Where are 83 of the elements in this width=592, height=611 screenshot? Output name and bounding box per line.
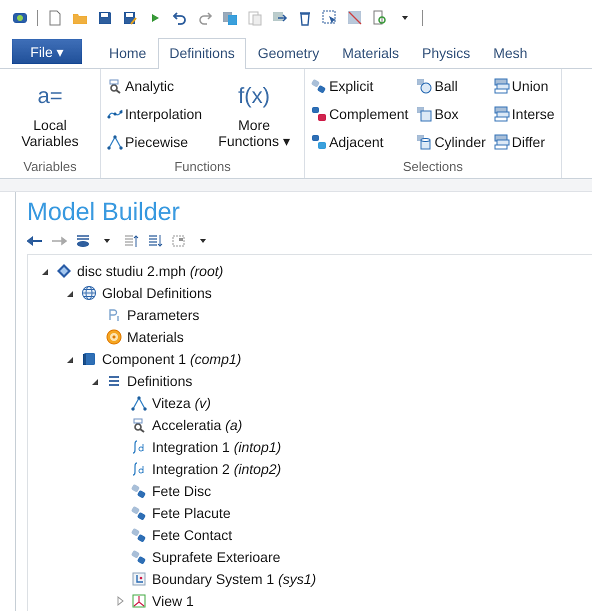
ribbon-button[interactable]: Complement — [311, 103, 408, 125]
grid-icon[interactable] — [171, 233, 187, 249]
selection-icon — [131, 505, 147, 521]
tree-item[interactable]: Parameters — [127, 307, 200, 323]
glyph-icon: a= — [37, 75, 63, 117]
layers-icon — [494, 106, 510, 122]
ribbon-button[interactable]: Analytic — [107, 75, 202, 97]
tree-item[interactable]: Fete Placute — [152, 505, 231, 521]
new-file-icon[interactable] — [47, 10, 63, 26]
move-down-icon[interactable] — [147, 233, 163, 249]
cube-icon — [416, 106, 432, 122]
selection-icon — [131, 549, 147, 565]
move-up-icon[interactable] — [123, 233, 139, 249]
find-icon[interactable] — [372, 10, 388, 26]
redo-icon[interactable] — [197, 10, 213, 26]
group-label: Functions — [173, 158, 232, 176]
selection-icon — [311, 134, 328, 150]
cylinder-icon — [416, 134, 432, 150]
tree-item[interactable]: Boundary System 1 (sys1) — [152, 571, 316, 587]
panel-title: Model Builder — [27, 197, 181, 228]
globe-icon — [81, 285, 97, 301]
tree-item[interactable]: View 1 — [152, 593, 194, 609]
select-icon[interactable] — [322, 10, 338, 26]
cube-icon — [81, 351, 97, 367]
peak-icon — [107, 134, 123, 150]
ribbon-button[interactable]: Adjacent — [311, 131, 408, 153]
layers-icon — [494, 134, 510, 150]
back-arrow-icon[interactable] — [27, 233, 43, 249]
list-icon — [106, 373, 122, 389]
tree-item[interactable]: Definitions — [127, 373, 192, 389]
ribbon-button[interactable]: Box — [416, 103, 486, 125]
magnifier-icon — [107, 78, 123, 94]
ribbon-large-button[interactable]: f(x) More Functions ▾ — [210, 75, 298, 149]
selection-icon — [311, 106, 328, 122]
axes-icon — [131, 571, 147, 587]
ribbon-button[interactable]: Differ — [494, 131, 555, 153]
tree-item[interactable]: Viteza (v) — [152, 395, 211, 411]
delete-icon[interactable] — [297, 10, 313, 26]
ribbon-tab[interactable]: Mesh — [482, 38, 538, 68]
ribbon-tab[interactable]: Definitions — [158, 38, 246, 69]
tree-item[interactable]: disc studiu 2.mph (root) — [77, 263, 224, 279]
undo-icon[interactable] — [172, 10, 188, 26]
tree-item[interactable]: Integration 1 (intop1) — [152, 439, 282, 455]
ribbon-button[interactable]: Piecewise — [107, 131, 202, 153]
group-label: Variables — [22, 158, 78, 176]
selection-icon — [311, 78, 328, 94]
ribbon-button[interactable]: Cylinder — [416, 131, 486, 153]
clear-selection-icon[interactable] — [347, 10, 363, 26]
file-menu-button[interactable]: File ▾ — [12, 39, 82, 64]
magnifier-icon — [131, 417, 147, 433]
tree-item[interactable]: Fete Disc — [152, 483, 212, 499]
copy-icon[interactable] — [222, 10, 238, 26]
ribbon-large-button[interactable]: a= Local Variables — [6, 75, 94, 149]
tree-item[interactable]: Suprafete Exterioare — [152, 549, 280, 565]
ribbon-button[interactable]: Interpolation — [107, 103, 202, 125]
ribbon-tab[interactable]: Physics — [411, 38, 482, 68]
group-label: Selections — [402, 158, 464, 176]
ribbon-button[interactable]: Union — [494, 75, 555, 97]
ribbon-tab[interactable]: Home — [98, 38, 158, 68]
ribbon-button[interactable]: Ball — [416, 75, 486, 97]
ribbon-button[interactable]: Explicit — [311, 75, 408, 97]
save-icon[interactable] — [97, 10, 113, 26]
tree-item[interactable]: Integration 2 (intop2) — [152, 461, 282, 477]
glyph-icon: f(x) — [238, 75, 270, 117]
diamond-icon — [56, 263, 72, 279]
tree-item[interactable]: Materials — [127, 329, 184, 345]
sphere-icon — [416, 78, 432, 94]
ribbon-tab[interactable]: Materials — [331, 38, 410, 68]
tree-item[interactable]: Component 1 (comp1) — [102, 351, 242, 367]
save-as-icon[interactable] — [122, 10, 138, 26]
ribbon-button[interactable]: Interse — [494, 103, 555, 125]
app-icon[interactable] — [12, 10, 28, 26]
button-label: More Functions ▾ — [217, 117, 291, 149]
tree-item[interactable]: Acceleratia (a) — [152, 417, 242, 433]
selection-icon — [131, 527, 147, 543]
selection-icon — [131, 483, 147, 499]
materials-icon — [106, 329, 122, 345]
ribbon-tab[interactable]: Geometry — [246, 38, 330, 68]
tree-item[interactable]: Fete Contact — [152, 527, 232, 543]
tree-item[interactable]: Global Definitions — [102, 285, 212, 301]
layers-icon — [494, 78, 510, 94]
peak-icon — [131, 395, 147, 411]
button-label: Local Variables — [20, 117, 80, 149]
